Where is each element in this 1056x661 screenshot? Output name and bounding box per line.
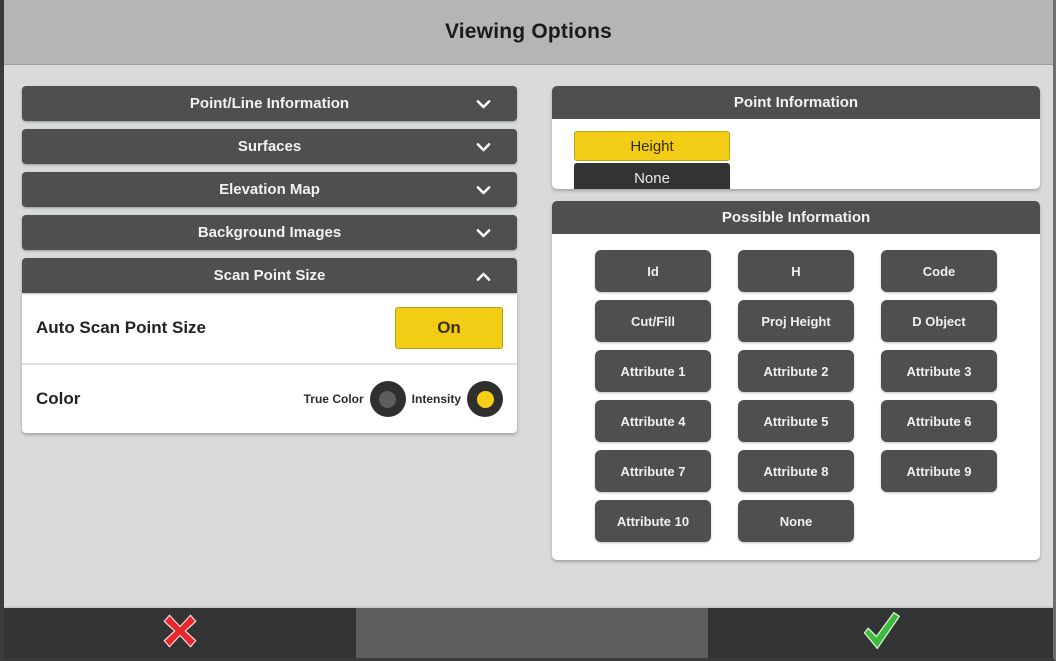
toolbar-middle-segment[interactable] [356,608,708,658]
chip-proj-height[interactable]: Proj Height [738,300,854,342]
color-mode-radio-group: True Color Intensity [304,381,503,417]
auto-scan-point-size-label: Auto Scan Point Size [36,318,207,337]
chip-attribute-2[interactable]: Attribute 2 [738,350,854,392]
bottom-toolbar [4,606,1053,658]
cancel-button[interactable] [4,608,356,658]
possible-information-grid: Id H Code Cut/Fill Proj Height D Object … [552,234,1040,560]
chip-attribute-4[interactable]: Attribute 4 [595,400,711,442]
chip-attribute-6[interactable]: Attribute 6 [881,400,997,442]
chip-attribute-7[interactable]: Attribute 7 [595,450,711,492]
accordion-label: Background Images [197,224,342,241]
point-information-header: Point Information [552,86,1040,119]
point-information-card: Point Information Height None [552,86,1040,189]
point-information-body: Height None [552,119,1040,189]
cancel-x-icon [159,610,201,657]
intensity-radio[interactable] [467,381,503,417]
accordion-label: Point/Line Information [189,95,350,112]
chip-attribute-8[interactable]: Attribute 8 [738,450,854,492]
accordion-scan-point-size[interactable]: Scan Point Size [22,258,517,293]
selected-item-none[interactable]: None [574,163,730,189]
color-label: Color [36,389,81,408]
chevron-down-icon [476,183,491,198]
accordion-label: Elevation Map [219,181,320,198]
radio-dot [379,390,397,408]
chip-attribute-9[interactable]: Attribute 9 [881,450,997,492]
true-color-label: True Color [303,392,364,406]
auto-scan-point-size-toggle[interactable]: On [395,307,503,349]
page-title: Viewing Options [444,20,613,43]
selected-information-list: Height None [574,131,730,189]
accordion-elevation-map[interactable]: Elevation Map [22,172,517,207]
accordion-surfaces[interactable]: Surfaces [22,129,517,164]
chevron-up-icon [476,269,491,284]
chevron-down-icon [476,226,491,241]
viewing-options-window: Viewing Options Point/Line Information S… [0,0,1056,661]
right-panel: Point Information Height None Possible I… [552,86,1040,560]
chip-cut-fill[interactable]: Cut/Fill [595,300,711,342]
auto-scan-point-size-row: Auto Scan Point Size On [22,293,517,363]
selected-item-height[interactable]: Height [574,131,730,161]
color-row: Color True Color Intensity [22,363,517,433]
radio-dot [476,390,494,408]
chip-placeholder [881,500,997,542]
chip-attribute-1[interactable]: Attribute 1 [595,350,711,392]
chip-attribute-3[interactable]: Attribute 3 [881,350,997,392]
chip-code[interactable]: Code [881,250,997,292]
chevron-down-icon [476,140,491,155]
accept-button[interactable] [708,608,1053,658]
true-color-radio[interactable] [369,381,406,417]
possible-information-title: Possible Information [721,209,871,226]
chip-attribute-5[interactable]: Attribute 5 [738,400,854,442]
accordion-label: Scan Point Size [213,267,326,284]
possible-information-card: Possible Information Id H Code Cut/Fill … [552,201,1040,560]
chip-attribute-10[interactable]: Attribute 10 [595,500,711,542]
accordion-label: Surfaces [237,138,302,155]
scan-point-size-panel: Auto Scan Point Size On Color True Color… [22,293,517,433]
left-panel: Point/Line Information Surfaces Elevatio… [22,86,517,433]
chip-id[interactable]: Id [595,250,711,292]
chevron-down-icon [476,97,491,112]
point-information-title: Point Information [733,94,859,111]
accordion-point-line-information[interactable]: Point/Line Information [22,86,517,121]
accept-check-icon [859,609,903,658]
chip-h[interactable]: H [738,250,854,292]
accordion-background-images[interactable]: Background Images [22,215,517,250]
intensity-label: Intensity [411,392,461,406]
content-area: Point/Line Information Surfaces Elevatio… [4,66,1053,606]
possible-information-header: Possible Information [552,201,1040,234]
window-titlebar: Viewing Options [4,0,1053,65]
chip-d-object[interactable]: D Object [881,300,997,342]
chip-none[interactable]: None [738,500,854,542]
